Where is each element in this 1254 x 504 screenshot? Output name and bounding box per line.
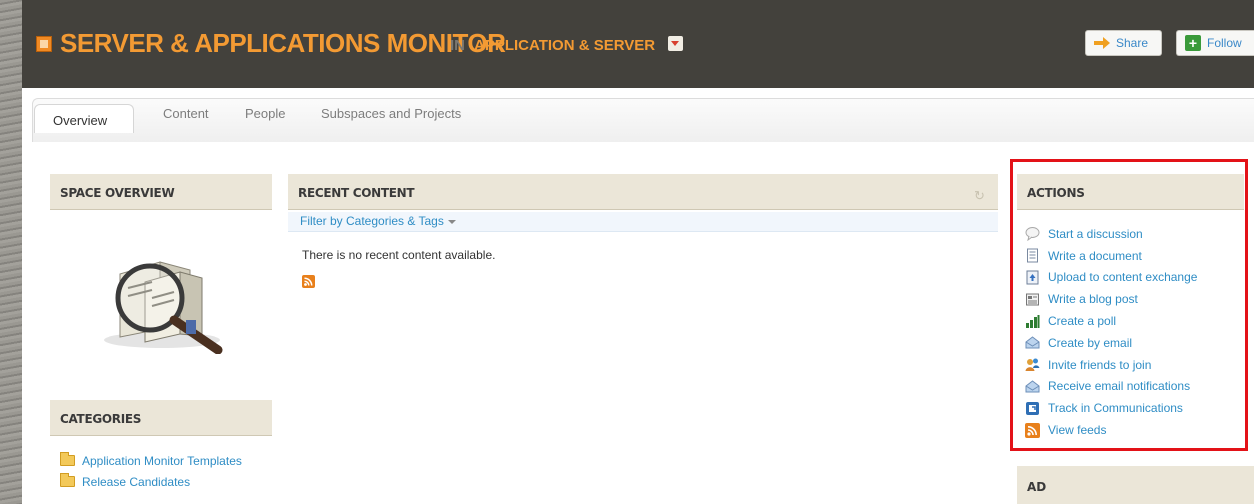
tab-content[interactable]: Content bbox=[163, 106, 209, 121]
space-header: SERVER & APPLICATIONS MONITOR IN APPLICA… bbox=[22, 0, 1254, 88]
tab-people[interactable]: People bbox=[245, 106, 285, 121]
refresh-icon[interactable]: ↻ bbox=[974, 188, 985, 204]
page-content: Overview Content People Subspaces and Pr… bbox=[22, 88, 1254, 504]
tab-overview[interactable]: Overview bbox=[34, 104, 134, 133]
share-label: Share bbox=[1116, 36, 1149, 50]
tabs-bar bbox=[32, 98, 1254, 142]
share-button[interactable]: Share bbox=[1085, 30, 1162, 56]
folder-icon bbox=[60, 452, 75, 466]
share-arrow-icon bbox=[1094, 36, 1110, 50]
recent-content-header: RECENT CONTENT bbox=[288, 174, 998, 210]
parent-space-menu-icon[interactable] bbox=[668, 36, 683, 51]
category-item[interactable]: Release Candidates bbox=[60, 471, 242, 492]
ad-header: AD bbox=[1017, 466, 1254, 504]
follow-button[interactable]: + Follow bbox=[1176, 30, 1254, 56]
chevron-down-icon bbox=[447, 219, 456, 224]
category-item[interactable]: Application Monitor Templates bbox=[60, 450, 242, 471]
categories-header: CATEGORIES bbox=[50, 400, 272, 436]
categories-list: Application Monitor Templates Release Ca… bbox=[60, 450, 242, 492]
filter-by-categories-dropdown[interactable]: Filter by Categories & Tags bbox=[288, 212, 998, 232]
parent-space-link[interactable]: APPLICATION & SERVER bbox=[474, 37, 655, 54]
filter-label: Filter by Categories & Tags bbox=[300, 214, 444, 228]
follow-label: Follow bbox=[1207, 36, 1242, 50]
actions-highlight-box bbox=[1010, 159, 1248, 451]
folder-icon bbox=[60, 473, 75, 487]
space-title: SERVER & APPLICATIONS MONITOR bbox=[60, 28, 506, 58]
plus-icon: + bbox=[1185, 35, 1201, 51]
space-icon bbox=[36, 36, 52, 52]
rss-icon[interactable] bbox=[302, 275, 315, 288]
tab-subspaces-and-projects[interactable]: Subspaces and Projects bbox=[321, 106, 461, 121]
space-overview-image bbox=[90, 234, 240, 355]
in-label: IN bbox=[450, 37, 465, 54]
space-overview-header: SPACE OVERVIEW bbox=[50, 174, 272, 210]
category-label: Release Candidates bbox=[82, 474, 191, 489]
left-background-strip bbox=[0, 0, 22, 504]
server-magnifier-icon bbox=[104, 261, 223, 355]
empty-content-message: There is no recent content available. bbox=[302, 248, 496, 262]
category-label: Application Monitor Templates bbox=[82, 453, 242, 468]
